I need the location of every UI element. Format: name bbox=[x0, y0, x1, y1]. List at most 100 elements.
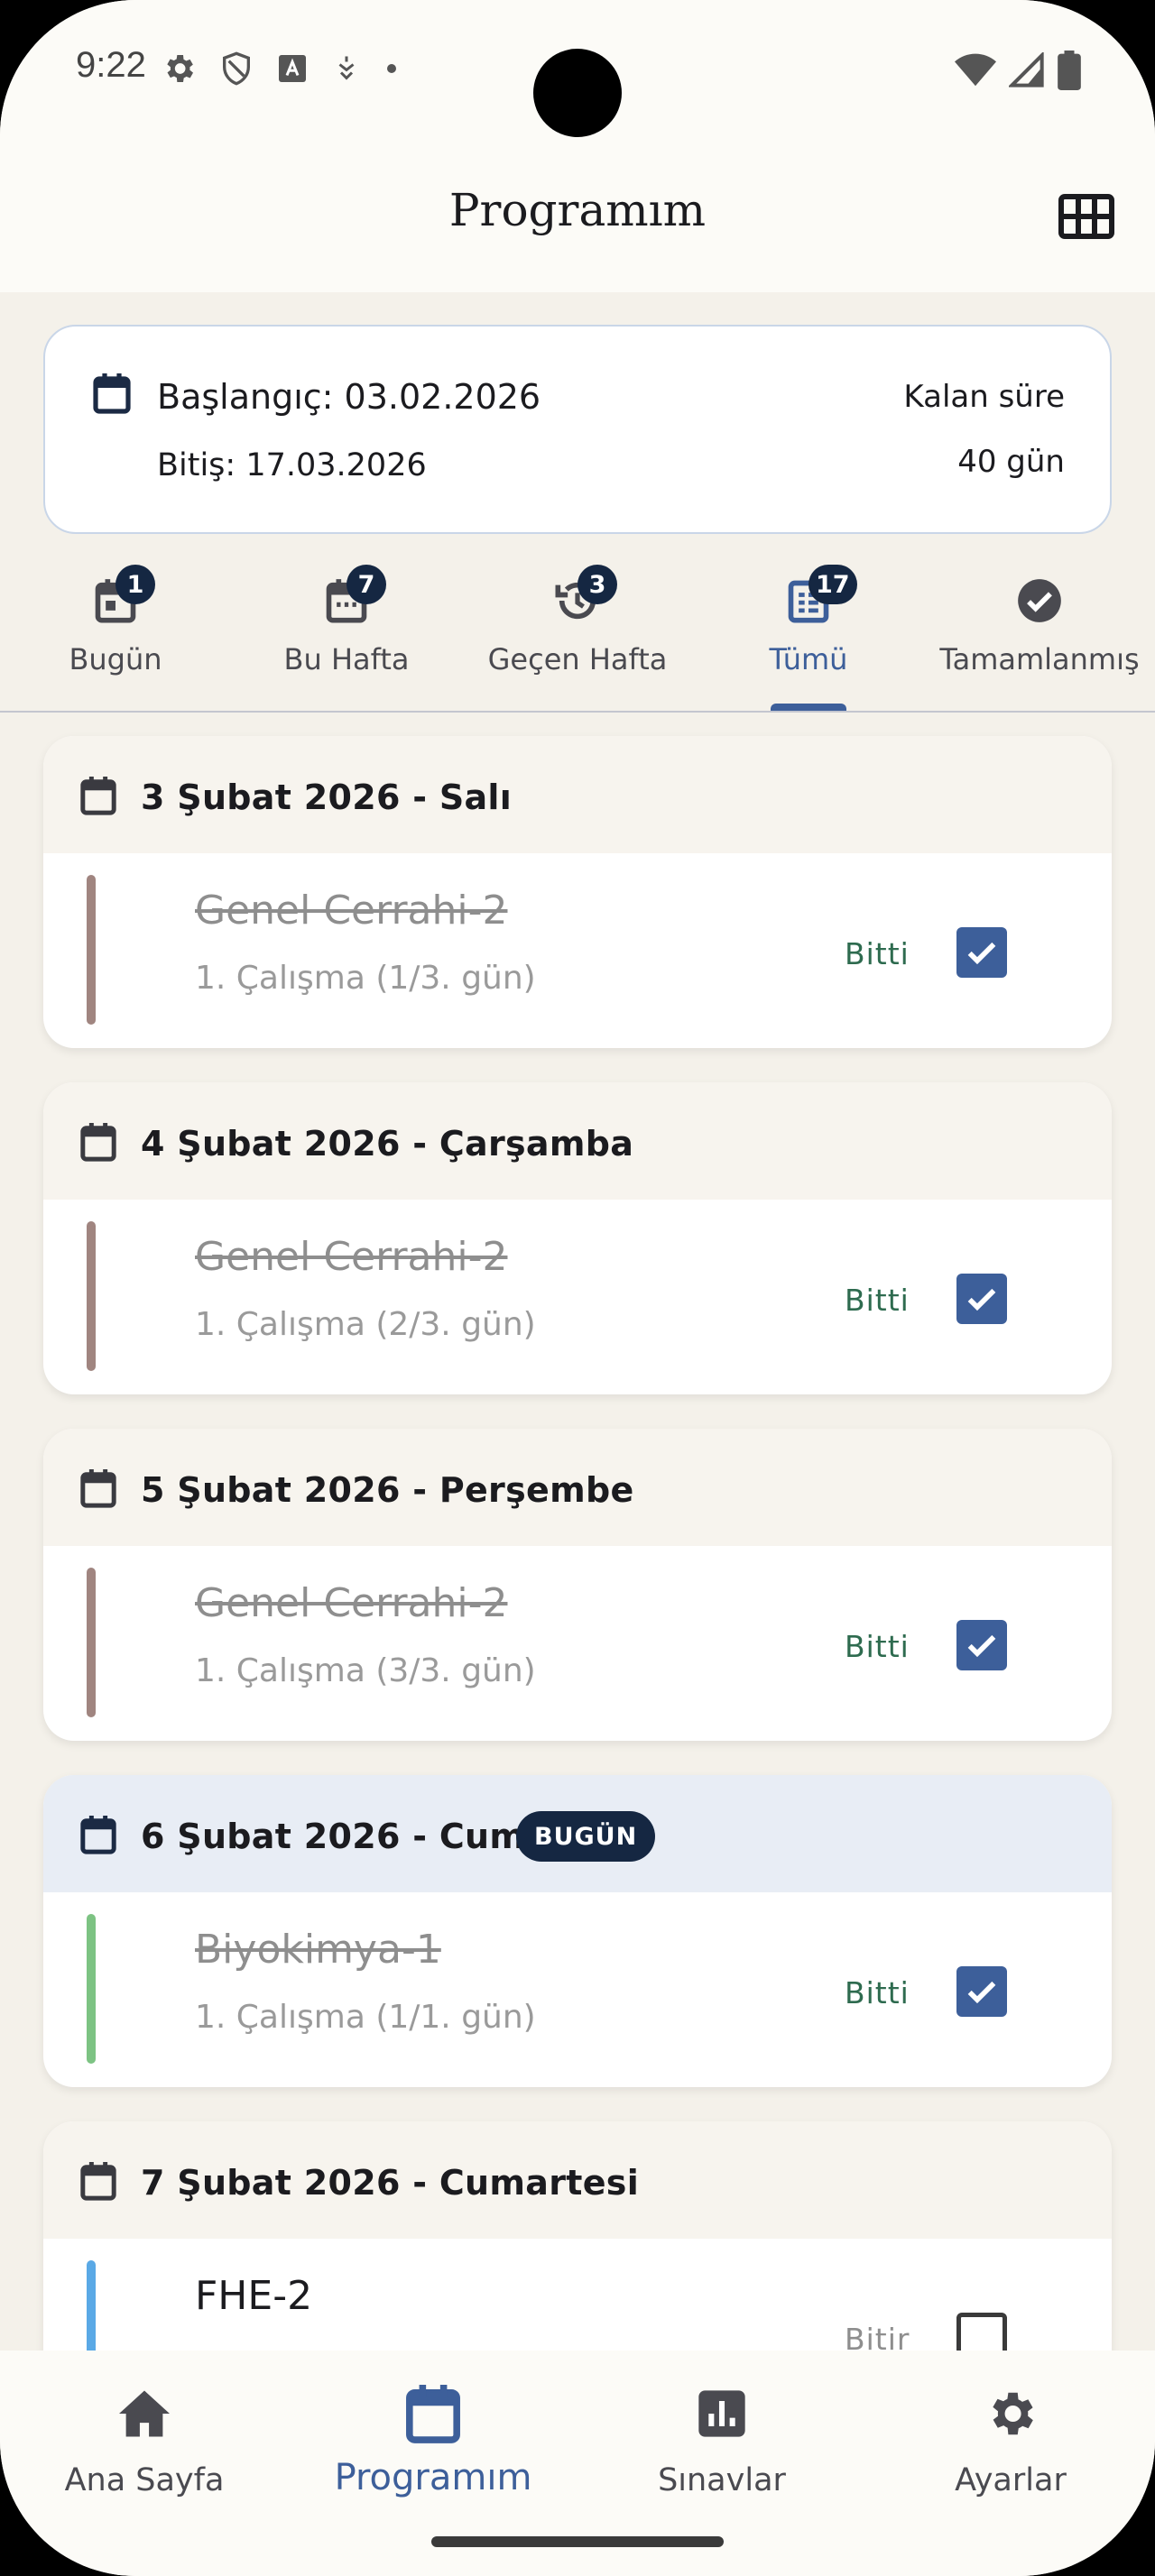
subject-color-bar bbox=[87, 1914, 96, 2064]
day-header: 4 Şubat 2026 - Çarşamba bbox=[43, 1082, 1112, 1200]
calendar-icon bbox=[93, 373, 131, 414]
gesture-home-bar[interactable] bbox=[431, 2536, 724, 2547]
tab-label: Tamamlanmış bbox=[939, 642, 1140, 676]
task-checkbox[interactable] bbox=[956, 927, 1007, 978]
tab-completed[interactable]: Tamamlanmış bbox=[938, 559, 1141, 713]
task-title: Genel Cerrahi-2 bbox=[195, 1234, 508, 1280]
day-date: 7 Şubat 2026 - Cumartesi bbox=[141, 2163, 640, 2203]
tab-badge: 3 bbox=[578, 565, 617, 604]
nav-label: Sınavlar bbox=[658, 2462, 786, 2498]
subject-color-bar bbox=[87, 875, 96, 1025]
day-card: 3 Şubat 2026 - Salı Genel Cerrahi-2 1. Ç… bbox=[43, 736, 1112, 1048]
tab-label: Geçen Hafta bbox=[487, 642, 668, 676]
task-checkbox[interactable] bbox=[956, 1620, 1007, 1670]
task-status: Bitti bbox=[845, 936, 910, 971]
nav-label: Programım bbox=[334, 2457, 532, 2498]
task-title: Biyokimya-1 bbox=[195, 1927, 441, 1973]
check-circle-icon bbox=[1018, 579, 1061, 622]
calendar-icon bbox=[80, 1469, 116, 1508]
home-icon bbox=[119, 2390, 170, 2437]
day-list[interactable]: 3 Şubat 2026 - Salı Genel Cerrahi-2 1. Ç… bbox=[0, 713, 1155, 2351]
end-date: Bitiş: 17.03.2026 bbox=[157, 447, 427, 483]
day-header: 3 Şubat 2026 - Salı bbox=[43, 736, 1112, 853]
tab-this-week[interactable]: 7 Bu Hafta bbox=[271, 559, 422, 713]
task-checkbox[interactable] bbox=[956, 1274, 1007, 1324]
start-date: Başlangıç: 03.02.2026 bbox=[157, 377, 541, 417]
tab-label: Bugün bbox=[69, 642, 162, 676]
nav-program[interactable]: Programım bbox=[289, 2369, 578, 2498]
day-date: 6 Şubat 2026 - Cuma bbox=[141, 1817, 550, 1856]
subject-color-bar bbox=[87, 1221, 96, 1371]
phone-screen: 9:22 Programım Başlangıç: 03.02.2026 Bit… bbox=[0, 0, 1155, 2576]
calendar-icon bbox=[406, 2385, 460, 2443]
nav-exams[interactable]: Sınavlar bbox=[578, 2369, 866, 2498]
top-app-bar: 9:22 Programım bbox=[0, 0, 1155, 292]
day-date: 4 Şubat 2026 - Çarşamba bbox=[141, 1124, 634, 1164]
program-range-card: Başlangıç: 03.02.2026 Bitiş: 17.03.2026 … bbox=[43, 325, 1112, 534]
nav-label: Ana Sayfa bbox=[64, 2462, 225, 2498]
dot-status-icon bbox=[387, 64, 396, 73]
subject-color-bar bbox=[87, 1568, 96, 1717]
day-card: 7 Şubat 2026 - Cumartesi FHE-2 Bitir bbox=[43, 2121, 1112, 2351]
check-icon bbox=[967, 1981, 996, 2004]
day-header: 7 Şubat 2026 - Cumartesi bbox=[43, 2121, 1112, 2239]
status-time: 9:22 bbox=[76, 45, 146, 85]
calendar-icon bbox=[80, 777, 116, 815]
nav-settings[interactable]: Ayarlar bbox=[866, 2369, 1155, 2498]
day-card: 4 Şubat 2026 - Çarşamba Genel Cerrahi-2 … bbox=[43, 1082, 1112, 1394]
settings-status-icon bbox=[167, 55, 193, 82]
day-card: 5 Şubat 2026 - Perşembe Genel Cerrahi-2 … bbox=[43, 1429, 1112, 1741]
tab-badge: 7 bbox=[346, 565, 386, 604]
day-header: 6 Şubat 2026 - Cuma BUGÜN bbox=[43, 1775, 1112, 1892]
task-subtitle: 1. Çalışma (2/3. gün) bbox=[195, 1306, 536, 1343]
day-header: 5 Şubat 2026 - Perşembe bbox=[43, 1429, 1112, 1546]
grid-view-button[interactable] bbox=[1052, 188, 1121, 245]
location-status-icon bbox=[338, 56, 355, 80]
status-bar: 9:22 bbox=[0, 0, 1155, 144]
task-checkbox[interactable] bbox=[956, 1966, 1007, 2017]
task-subtitle: 1. Çalışma (1/3. gün) bbox=[195, 960, 536, 997]
tab-label: Tümü bbox=[769, 642, 848, 676]
day-date: 3 Şubat 2026 - Salı bbox=[141, 777, 513, 817]
today-badge: BUGÜN bbox=[516, 1811, 656, 1862]
subject-color-bar bbox=[87, 2260, 96, 2351]
tab-label: Bu Hafta bbox=[283, 642, 410, 676]
tab-badge: 1 bbox=[116, 565, 155, 604]
bar-chart-icon bbox=[698, 2390, 745, 2437]
check-icon bbox=[967, 1288, 996, 1311]
tab-last-week[interactable]: 3 Geçen Hafta bbox=[484, 559, 671, 713]
task-status: Bitti bbox=[845, 1975, 910, 2010]
check-icon bbox=[967, 1634, 996, 1658]
remaining-label: Kalan süre bbox=[903, 379, 1065, 415]
task-status: Bitir bbox=[845, 2322, 910, 2351]
task-title: Genel Cerrahi-2 bbox=[195, 888, 508, 934]
task-subtitle: 1. Çalışma (3/3. gün) bbox=[195, 1652, 536, 1689]
remaining-value: 40 gün bbox=[957, 444, 1065, 480]
grid-icon bbox=[1058, 194, 1114, 239]
filter-tabs: 1 Bugün 7 Bu Hafta 3 Geçen Hafta 17 Tümü… bbox=[0, 559, 1155, 713]
tab-today[interactable]: 1 Bugün bbox=[43, 559, 188, 713]
day-card-today: 6 Şubat 2026 - Cuma BUGÜN Biyokimya-1 1.… bbox=[43, 1775, 1112, 2087]
font-status-icon bbox=[279, 55, 306, 82]
nav-label: Ayarlar bbox=[955, 2462, 1067, 2498]
calendar-icon bbox=[80, 1816, 116, 1854]
shield-status-icon bbox=[223, 51, 250, 86]
wifi-icon bbox=[955, 53, 996, 87]
nav-home[interactable]: Ana Sayfa bbox=[0, 2369, 289, 2498]
task-title: Genel Cerrahi-2 bbox=[195, 1580, 508, 1626]
task-title: FHE-2 bbox=[195, 2273, 313, 2319]
check-icon bbox=[967, 942, 996, 965]
task-checkbox[interactable] bbox=[956, 2313, 1007, 2351]
day-date: 5 Şubat 2026 - Perşembe bbox=[141, 1470, 634, 1510]
calendar-icon bbox=[80, 2162, 116, 2201]
task-status: Bitti bbox=[845, 1283, 910, 1318]
tab-all[interactable]: 17 Tümü bbox=[736, 559, 881, 713]
calendar-icon bbox=[80, 1123, 116, 1162]
battery-icon bbox=[1058, 51, 1081, 90]
task-status: Bitti bbox=[845, 1629, 910, 1664]
task-subtitle: 1. Çalışma (1/1. gün) bbox=[195, 1999, 536, 2036]
page-title: Programım bbox=[448, 184, 707, 236]
tab-badge: 17 bbox=[808, 565, 857, 604]
gear-icon bbox=[993, 2392, 1033, 2435]
camera-cutout bbox=[533, 49, 622, 137]
